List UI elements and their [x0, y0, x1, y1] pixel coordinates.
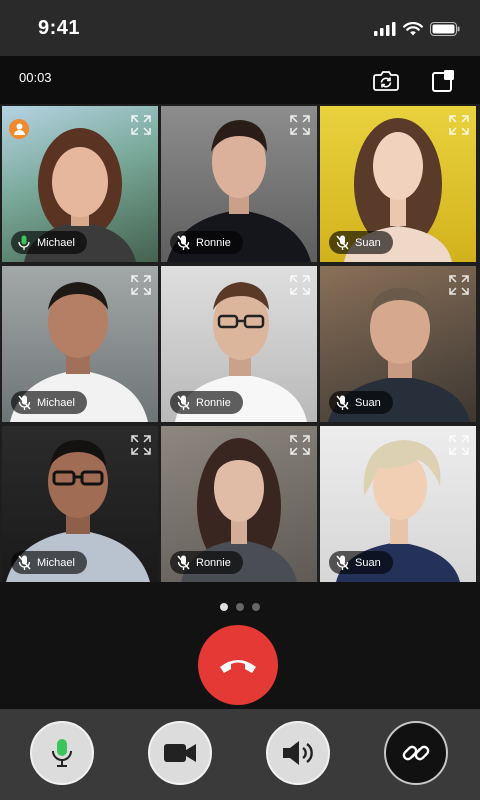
speaker-button[interactable] — [266, 721, 330, 785]
page-dot-2[interactable] — [236, 603, 244, 611]
participant-name-tag: Suan — [329, 391, 393, 414]
microphone-button[interactable] — [30, 721, 94, 785]
mic-on-icon — [17, 235, 31, 250]
expand-icon[interactable] — [448, 114, 470, 136]
mic-off-icon — [17, 395, 31, 410]
expand-icon[interactable] — [289, 434, 311, 456]
mic-off-icon — [176, 235, 190, 250]
participant-name: Ronnie — [196, 396, 231, 409]
participant-name: Michael — [37, 236, 75, 249]
participant-name-tag: Ronnie — [170, 551, 243, 574]
participant-name-tag: Michael — [11, 231, 87, 254]
expand-icon[interactable] — [289, 114, 311, 136]
participant-name: Ronnie — [196, 236, 231, 249]
call-header: 00:03 — [0, 56, 480, 104]
participant-tile[interactable]: Michael — [2, 106, 158, 262]
call-timer: 00:03 — [19, 70, 52, 85]
end-call-button[interactable] — [198, 625, 278, 705]
call-toolbar — [0, 709, 480, 800]
link-icon — [402, 745, 430, 761]
participant-name: Michael — [37, 396, 75, 409]
mic-off-icon — [335, 235, 349, 250]
participant-tile[interactable]: Suan — [320, 266, 476, 422]
mic-off-icon — [176, 395, 190, 410]
participant-tile[interactable]: Suan — [320, 106, 476, 262]
host-badge — [9, 119, 29, 139]
microphone-icon — [52, 739, 72, 767]
status-time: 9:41 — [38, 17, 81, 39]
speaker-icon — [283, 741, 313, 765]
participant-tile[interactable]: Suan — [320, 426, 476, 582]
participant-name: Suan — [355, 556, 381, 569]
expand-icon[interactable] — [130, 434, 152, 456]
participant-name-tag: Michael — [11, 551, 87, 574]
page-dot-1[interactable] — [220, 603, 228, 611]
hang-up-icon — [220, 660, 256, 673]
status-bar: 9:41 — [0, 0, 480, 56]
picture-in-picture-icon — [432, 70, 454, 92]
expand-icon[interactable] — [130, 274, 152, 296]
battery-icon — [430, 22, 460, 36]
expand-icon[interactable] — [289, 274, 311, 296]
mic-off-icon — [335, 395, 349, 410]
participant-name: Ronnie — [196, 556, 231, 569]
mic-off-icon — [17, 555, 31, 570]
participant-tile[interactable]: Ronnie — [161, 426, 317, 582]
page-indicator — [0, 603, 480, 613]
participant-name-tag: Ronnie — [170, 231, 243, 254]
switch-camera-icon — [373, 71, 399, 91]
status-icons — [374, 20, 460, 38]
invite-link-button[interactable] — [384, 721, 448, 785]
expand-icon[interactable] — [130, 114, 152, 136]
participant-name: Suan — [355, 236, 381, 249]
expand-icon[interactable] — [448, 274, 470, 296]
cellular-signal-icon — [374, 22, 396, 36]
participant-tile[interactable]: Ronnie — [161, 106, 317, 262]
layout-button[interactable] — [428, 66, 458, 96]
page-dot-3[interactable] — [252, 603, 260, 611]
participant-name-tag: Ronnie — [170, 391, 243, 414]
video-camera-icon — [164, 744, 196, 762]
expand-icon[interactable] — [448, 434, 470, 456]
wifi-icon — [403, 22, 423, 36]
participant-tile[interactable]: Michael — [2, 266, 158, 422]
participant-name-tag: Suan — [329, 551, 393, 574]
mic-off-icon — [176, 555, 190, 570]
mic-off-icon — [335, 555, 349, 570]
participant-tile[interactable]: Michael — [2, 426, 158, 582]
user-icon — [13, 123, 25, 135]
participant-name-tag: Suan — [329, 231, 393, 254]
participant-name-tag: Michael — [11, 391, 87, 414]
switch-camera-button[interactable] — [371, 66, 401, 96]
participant-tile[interactable]: Ronnie — [161, 266, 317, 422]
participant-name: Michael — [37, 556, 75, 569]
video-grid: Michael Ronnie Suan Michael Ronnie Suan … — [0, 104, 480, 582]
camera-button[interactable] — [148, 721, 212, 785]
participant-name: Suan — [355, 396, 381, 409]
